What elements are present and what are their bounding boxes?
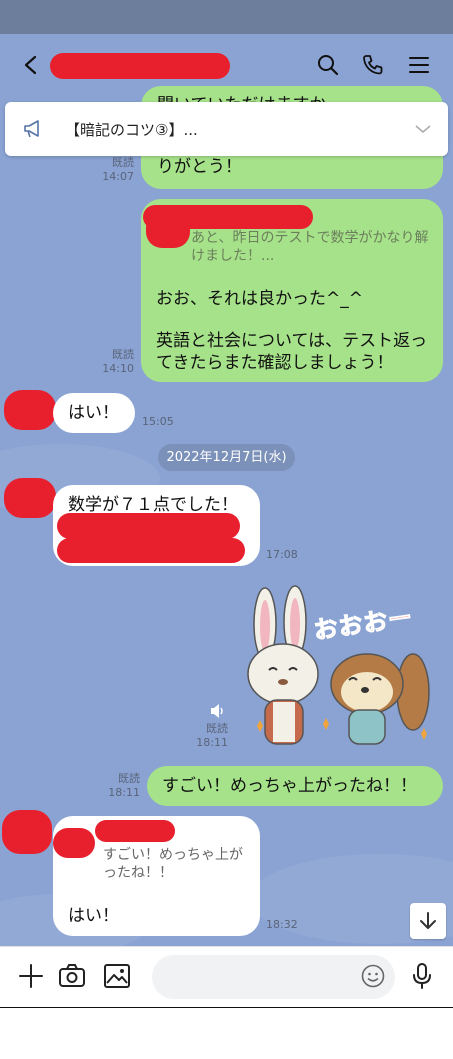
- timestamp: 18:11: [196, 736, 228, 749]
- timestamp: 18:11: [108, 786, 140, 799]
- timestamp: 18:32: [266, 918, 298, 931]
- redacted-avatar: [53, 828, 95, 858]
- search-icon[interactable]: [313, 50, 343, 80]
- read-receipt: 既読: [118, 772, 140, 785]
- quoted-message: すごい！めっちゃ上がったね！！: [103, 847, 243, 881]
- camera-icon[interactable]: [56, 960, 88, 992]
- read-receipt: 既読: [206, 722, 228, 735]
- redacted-text: [57, 513, 240, 539]
- message-text: すごい！めっちゃ上がったね！！: [162, 776, 417, 796]
- divider: [0, 1007, 453, 1008]
- outgoing-message-bubble[interactable]: すごい！めっちゃ上がったね！！: [147, 766, 443, 806]
- message-text: はい！: [68, 906, 119, 926]
- timestamp: 17:08: [266, 548, 298, 561]
- phone-icon[interactable]: [358, 50, 388, 80]
- message-meta: 既読 18:11: [104, 772, 140, 800]
- plus-icon[interactable]: [15, 960, 47, 992]
- microphone-icon[interactable]: [406, 960, 438, 992]
- scroll-down-button[interactable]: [410, 903, 446, 939]
- megaphone-icon: [23, 119, 45, 143]
- message-text: はい！: [68, 403, 119, 423]
- sticker[interactable]: おおおー: [245, 584, 435, 749]
- message-meta: 既読 14:10: [96, 348, 134, 376]
- redacted-avatar: [4, 478, 56, 518]
- status-bar: [0, 0, 453, 34]
- message-text: 英語と社会については、テスト返ってきたらまた確認しましょう！: [156, 331, 428, 373]
- quoted-message: あと、昨日のテストで数学がかなり解けました！...: [191, 230, 429, 264]
- message-text: おお、それは良かった^_^: [156, 289, 363, 309]
- redacted-text: [57, 538, 245, 563]
- redacted-avatar: [2, 810, 52, 854]
- speaker-icon: [209, 703, 227, 723]
- announcement-text: 【暗記のコツ③】...: [65, 121, 198, 139]
- image-icon[interactable]: [101, 960, 133, 992]
- message-text: りがとう！: [157, 157, 242, 177]
- redacted-contact-name: [50, 53, 230, 79]
- timestamp: 14:07: [102, 170, 134, 183]
- timestamp: 15:05: [142, 415, 174, 428]
- redacted-name: [95, 820, 175, 842]
- message-meta: 既読 18:11: [196, 722, 228, 750]
- menu-icon[interactable]: [404, 50, 434, 80]
- date-separator: 2022年12月7日(水): [158, 444, 295, 471]
- redacted-avatar: [4, 390, 56, 430]
- chevron-down-icon[interactable]: [413, 119, 433, 143]
- read-receipt: 既読: [112, 156, 134, 169]
- message-meta: 既読 14:07: [96, 156, 134, 184]
- timestamp: 14:10: [102, 362, 134, 375]
- announcement-bar[interactable]: 【暗記のコツ③】...: [5, 102, 448, 156]
- back-icon[interactable]: [16, 50, 46, 80]
- redacted-avatar: [146, 212, 190, 248]
- read-receipt: 既読: [112, 348, 134, 361]
- emoji-icon[interactable]: [357, 960, 389, 992]
- arrow-down-icon: [420, 912, 436, 929]
- incoming-message-bubble[interactable]: はい！: [53, 393, 135, 433]
